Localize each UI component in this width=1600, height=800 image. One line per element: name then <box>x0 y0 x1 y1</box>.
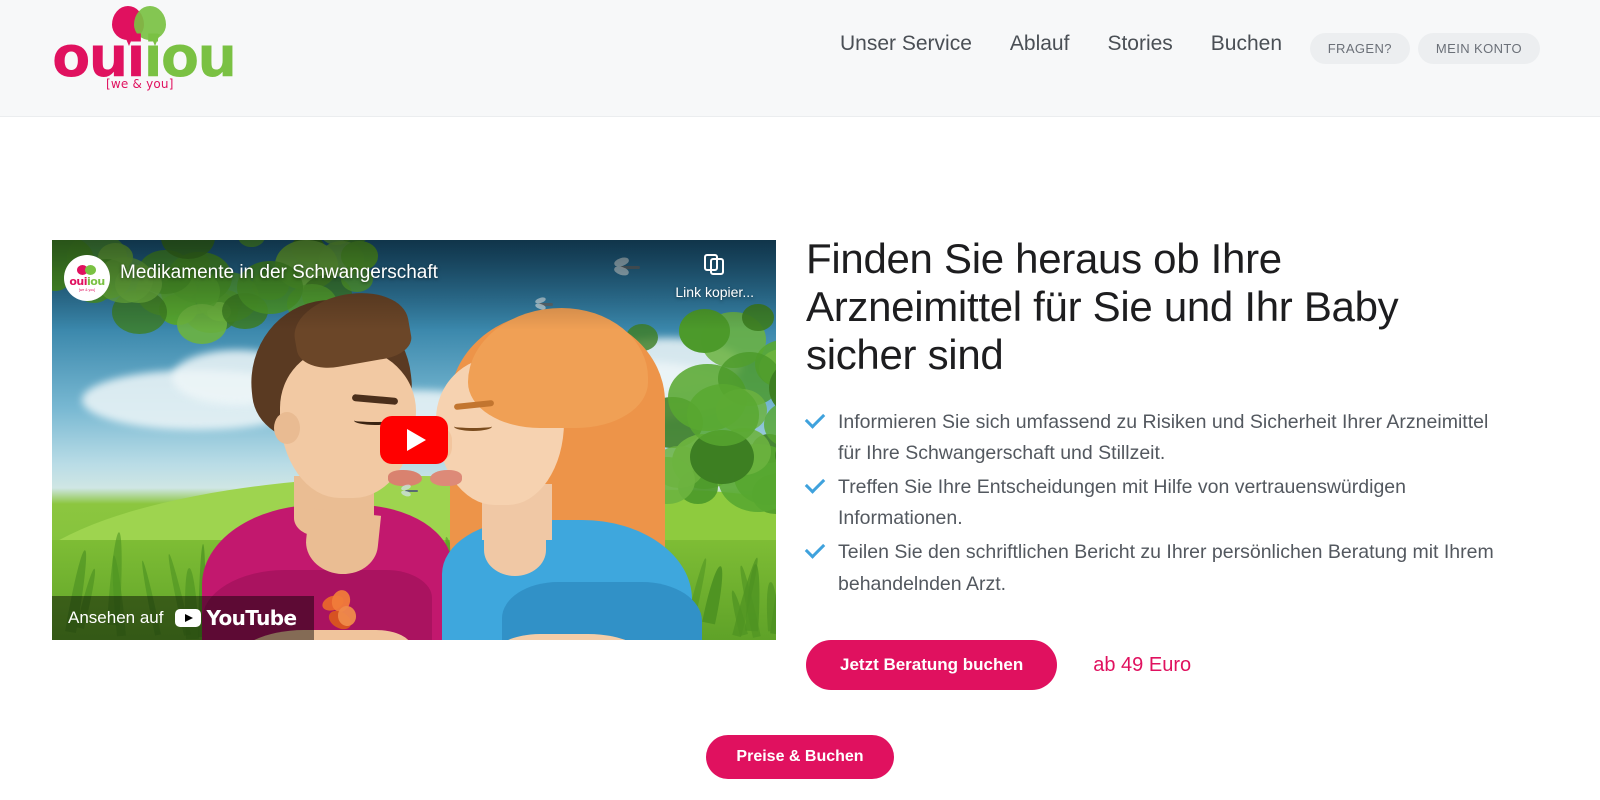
benefit-list: Informieren Sie sich umfassend zu Risike… <box>806 407 1518 600</box>
benefit-text: Treffen Sie Ihre Entscheidungen mit Hilf… <box>838 472 1512 535</box>
site-logo[interactable]: ouiiou [we & you] <box>52 6 228 98</box>
check-icon <box>805 473 826 494</box>
book-consultation-button[interactable]: Jetzt Beratung buchen <box>806 640 1057 690</box>
price-label: ab 49 Euro <box>1093 654 1191 677</box>
watch-on-label: Ansehen auf <box>68 608 163 628</box>
check-icon <box>805 408 826 429</box>
avatar-word-part1: oui <box>69 275 87 288</box>
benefit-text: Informieren Sie sich umfassend zu Risike… <box>838 407 1512 470</box>
nav-item-stories[interactable]: Stories <box>1107 32 1172 56</box>
hero-text-column: Finden Sie heraus ob Ihre Arzneimittel f… <box>806 235 1518 690</box>
list-item: Informieren Sie sich umfassend zu Risike… <box>806 407 1512 470</box>
site-header: ouiiou [we & you] Unser Service Ablauf S… <box>0 0 1600 117</box>
thumbnail-woman-illustration <box>412 302 712 640</box>
primary-navigation: Unser Service Ablauf Stories Buchen <box>840 32 1282 56</box>
list-item: Teilen Sie den schriftlichen Bericht zu … <box>806 537 1512 600</box>
nav-item-unser-service[interactable]: Unser Service <box>840 32 972 56</box>
benefit-text: Teilen Sie den schriftlichen Bericht zu … <box>838 537 1512 600</box>
list-item: Treffen Sie Ihre Entscheidungen mit Hilf… <box>806 472 1512 535</box>
nav-item-ablauf[interactable]: Ablauf <box>1010 32 1070 56</box>
copy-link-button[interactable]: Link kopier... <box>675 254 754 300</box>
prices-and-booking-button[interactable]: Preise & Buchen <box>706 735 893 779</box>
check-icon <box>805 538 826 559</box>
copy-link-label: Link kopier... <box>675 284 754 300</box>
video-channel-avatar[interactable]: ouiiou [we & you] <box>64 255 110 301</box>
page-title: Finden Sie heraus ob Ihre Arzneimittel f… <box>806 235 1486 379</box>
logo-tagline: [we & you] <box>106 77 174 91</box>
avatar-tagline: [we & you] <box>79 288 95 292</box>
fragen-button[interactable]: FRAGEN? <box>1310 33 1410 64</box>
youtube-wordmark: YouTube <box>206 606 296 630</box>
play-icon <box>407 429 426 451</box>
nav-item-buchen[interactable]: Buchen <box>1211 32 1282 56</box>
video-top-gradient <box>52 240 776 330</box>
avatar-word-part2: iou <box>87 275 105 288</box>
watch-on-youtube-bar[interactable]: Ansehen auf YouTube <box>52 596 314 640</box>
play-button[interactable] <box>380 416 448 464</box>
youtube-video-embed[interactable]: ouiiou [we & you] Medikamente in der Sch… <box>52 240 776 640</box>
youtube-play-icon <box>175 609 201 627</box>
mein-konto-button[interactable]: MEIN KONTO <box>1418 33 1540 64</box>
copy-icon <box>704 254 726 278</box>
video-title[interactable]: Medikamente in der Schwangerschaft <box>120 262 438 284</box>
cta-row: Jetzt Beratung buchen ab 49 Euro <box>806 640 1518 690</box>
youtube-logo: YouTube <box>175 606 296 630</box>
header-actions: FRAGEN? MEIN KONTO <box>1310 33 1540 64</box>
footer-cta-row: Preise & Buchen <box>0 735 1600 779</box>
main-content: ouiiou [we & you] Medikamente in der Sch… <box>0 117 1600 800</box>
